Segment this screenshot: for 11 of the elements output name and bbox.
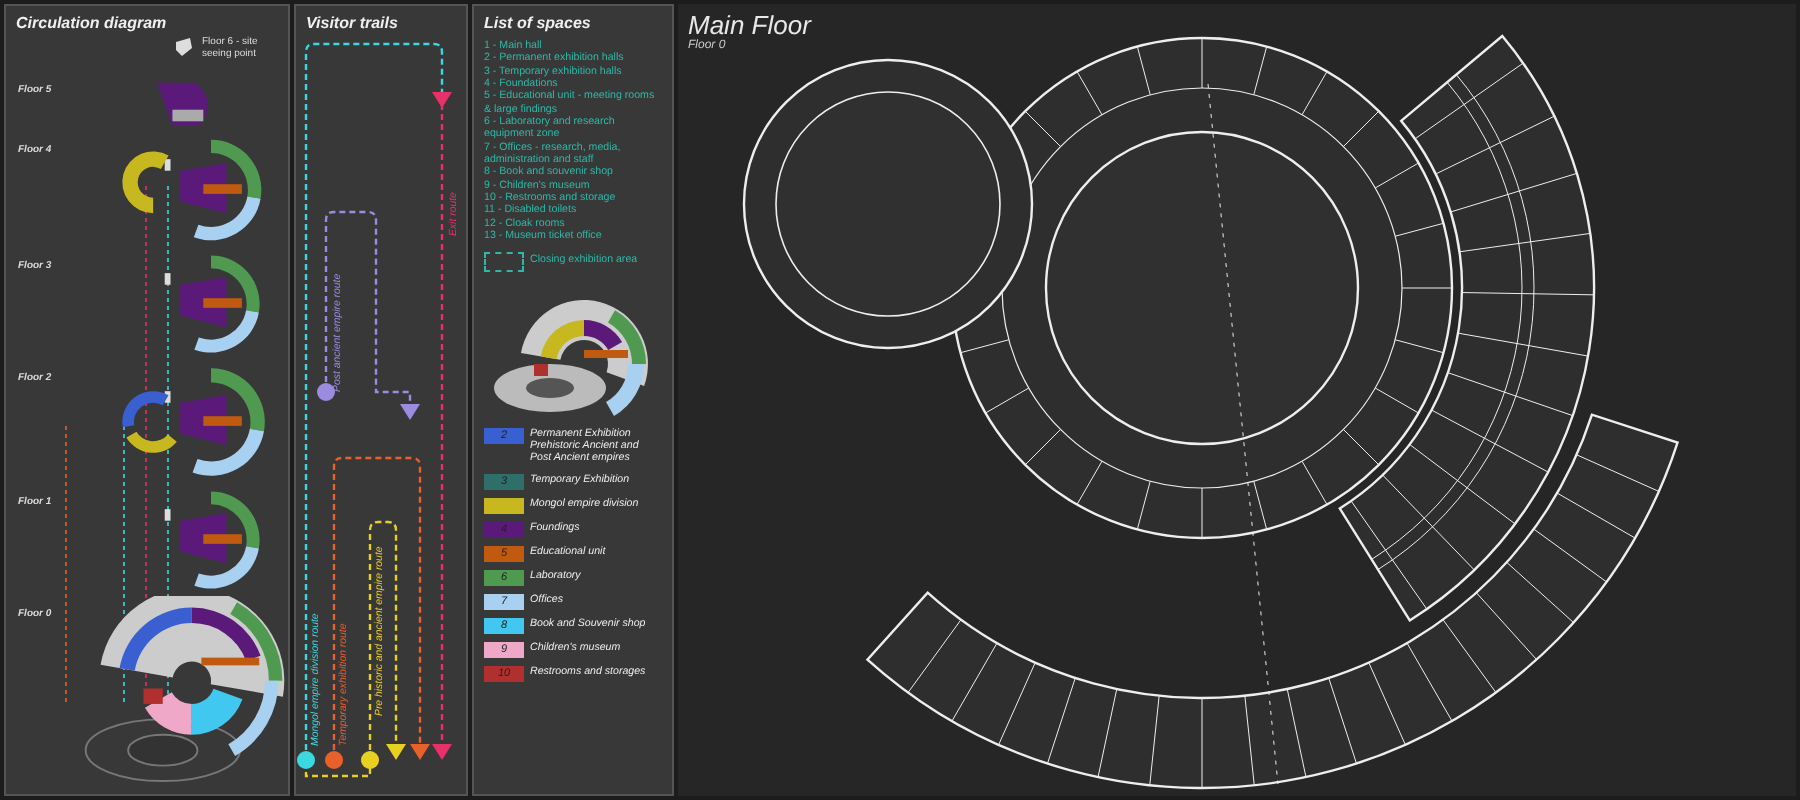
floor-diagram-drawing [164,491,260,589]
panel-title: Visitor trails [304,12,400,36]
floor-diagram-drawing [122,139,262,241]
viewpoint-icon [174,38,194,56]
floor-diagram-drawing [156,82,208,126]
panel-title: Circulation diagram [14,12,169,36]
floor-diagram-drawing [122,368,265,476]
floor-diagram-drawing [164,255,260,353]
plan-title: Main Floor [688,10,811,40]
panel-title: List of spaces [482,12,593,36]
dashed-area-swatch [484,251,524,271]
